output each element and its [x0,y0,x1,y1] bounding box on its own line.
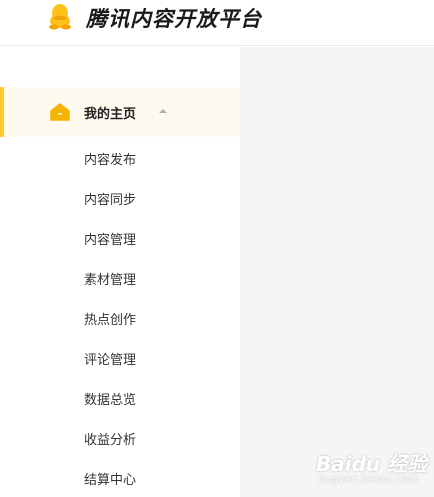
sidebar-item-material-manage[interactable]: 素材管理 [0,257,240,297]
sidebar-group-my-home[interactable]: 我的主页 [0,87,240,137]
qq-penguin-icon[interactable] [46,2,74,30]
page: 腾讯内容开放平台 我的主页 内容发布 内容同步 内容管理 素材管理 热点创作 评… [0,0,434,497]
sidebar-item-label: 评论管理 [84,353,137,368]
main-content-area [240,47,434,497]
sidebar-item-label: 素材管理 [84,273,137,288]
sidebar-item-label: 结算中心 [84,473,137,488]
sidebar-menu: 内容发布 内容同步 内容管理 素材管理 热点创作 评论管理 数据总览 收益分析 … [0,137,240,497]
baidu-watermark: Baidu 经验 jingyan.baidu.com [316,444,430,494]
sidebar-item-content-sync[interactable]: 内容同步 [0,177,240,217]
sidebar-item-revenue-analysis[interactable]: 收益分析 [0,417,240,457]
sidebar-item-label: 数据总览 [84,393,137,408]
brand-title[interactable]: 腾讯内容开放平台 [86,3,262,33]
sidebar-item-label: 内容发布 [84,153,137,168]
sidebar-item-data-overview[interactable]: 数据总览 [0,377,240,417]
active-indicator [0,87,4,137]
sidebar-item-label: 热点创作 [84,313,137,328]
sidebar-item-label: 内容管理 [84,233,137,248]
sidebar-item-label: 内容同步 [84,193,137,208]
sidebar-item-content-publish[interactable]: 内容发布 [0,137,240,177]
sidebar-item-hot-topics[interactable]: 热点创作 [0,297,240,337]
sidebar-item-settlement-center[interactable]: 结算中心 [0,457,240,497]
watermark-main-text: Baidu 经验 [316,452,428,476]
sidebar-item-label: 收益分析 [84,433,137,448]
sidebar: 我的主页 内容发布 内容同步 内容管理 素材管理 热点创作 评论管理 数据总览 … [0,47,240,497]
watermark-sub-text: jingyan.baidu.com [318,475,419,485]
sidebar-group-label: 我的主页 [84,107,137,122]
sidebar-item-content-manage[interactable]: 内容管理 [0,217,240,257]
home-icon [50,103,70,121]
sidebar-item-comment-manage[interactable]: 评论管理 [0,337,240,377]
top-header: 腾讯内容开放平台 [0,0,434,46]
chevron-up-icon[interactable] [159,109,167,113]
